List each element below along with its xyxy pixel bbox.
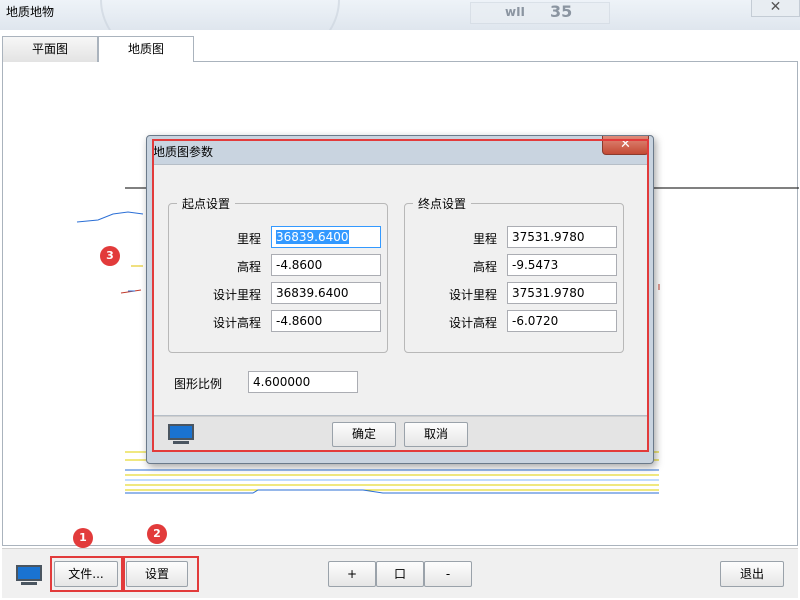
callout-3: 3	[100, 246, 120, 266]
background-decoration	[100, 0, 340, 30]
close-icon: ✕	[769, 0, 782, 15]
exit-button[interactable]: 退出	[720, 561, 784, 587]
zoom-in-button[interactable]: +	[328, 561, 376, 587]
terrain-profile	[76, 211, 144, 223]
window-title: 地质地物	[6, 5, 55, 19]
dialog-highlight	[152, 139, 649, 452]
background-decoration	[470, 2, 610, 24]
window-titlebar: wII 35 地质地物 ✕	[0, 0, 800, 30]
bottom-toolbar: 文件... 设置 + 口 - 退出	[2, 548, 798, 598]
tab-geology-view[interactable]: 地质图	[98, 36, 194, 63]
zoom-out-button[interactable]: -	[424, 561, 472, 587]
callout-2: 2	[147, 524, 167, 544]
background-text: 35	[550, 2, 573, 21]
zoom-fit-button[interactable]: 口	[376, 561, 424, 587]
geology-params-dialog: 地质图参数 ✕ 起点设置 里程 36839.6400 高程 -4.8600 设计…	[146, 135, 654, 464]
settings-button-highlight	[123, 556, 199, 592]
callout-1: 1	[73, 528, 93, 548]
tab-plan-view[interactable]: 平面图	[2, 36, 98, 62]
window-close-button[interactable]: ✕	[751, 0, 800, 17]
background-text: wII	[505, 5, 526, 19]
tab-bar: 平面图 地质图	[2, 36, 798, 63]
file-button-highlight	[50, 556, 123, 592]
monitor-icon	[16, 565, 42, 586]
